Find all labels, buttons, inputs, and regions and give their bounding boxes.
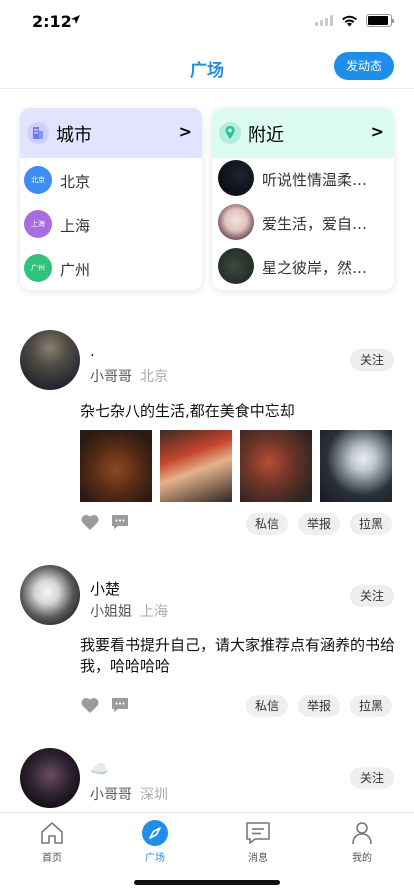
status-bar: 2:12 <box>0 0 414 44</box>
nearby-card-title: 附近 <box>248 125 284 146</box>
location-arrow-icon <box>71 15 80 24</box>
profile-icon <box>352 822 372 845</box>
heart-icon[interactable] <box>80 696 100 714</box>
avatar[interactable] <box>20 565 80 625</box>
chevron-right-icon: > <box>370 122 384 141</box>
city-item-guangzhou[interactable]: 广州 广州 <box>20 248 202 288</box>
home-indicator <box>134 880 280 885</box>
nearby-item[interactable]: 听说性情温柔… <box>212 158 394 198</box>
nav-bar: 广场 发动态 <box>0 44 414 89</box>
nearby-card: 附近 > 听说性情温柔… 爱生活，爱自… 星之彼岸，然… <box>212 108 394 290</box>
city-badge: 北京 <box>24 166 52 194</box>
photo[interactable] <box>80 430 152 502</box>
nearby-card-header[interactable]: 附近 > <box>212 108 394 158</box>
heart-icon[interactable] <box>80 513 100 531</box>
follow-button[interactable]: 关注 <box>350 349 394 371</box>
discovery-cards: 城市 > 北京 北京 上海 上海 广州 广州 附近 > 听说性情温柔… 爱生活，… <box>20 108 394 290</box>
avatar <box>218 204 254 240</box>
report-button[interactable]: 举报 <box>298 513 340 535</box>
nearby-text: 爱生活，爱自… <box>262 215 368 233</box>
nearby-text: 星之彼岸，然… <box>262 259 368 277</box>
photo[interactable] <box>320 430 392 502</box>
message-button[interactable]: 私信 <box>246 695 288 717</box>
follow-button[interactable]: 关注 <box>350 767 394 789</box>
post-meta: 小姐姐 上海 <box>90 601 168 621</box>
battery-icon <box>366 14 394 27</box>
post-city: 上海 <box>140 604 168 620</box>
city-label: 北京 <box>60 173 91 191</box>
city-badge: 广州 <box>24 254 52 282</box>
report-button[interactable]: 举报 <box>298 695 340 717</box>
tab-profile[interactable]: 我的 <box>310 819 414 865</box>
tab-messages[interactable]: 消息 <box>206 819 310 865</box>
avatar[interactable] <box>20 748 80 808</box>
nearby-item[interactable]: 星之彼岸，然… <box>212 246 394 286</box>
message-button[interactable]: 私信 <box>246 513 288 535</box>
avatar <box>218 160 254 196</box>
photo[interactable] <box>160 430 232 502</box>
city-label: 广州 <box>60 261 91 279</box>
feed-post: ☁️ 小哥哥 深圳 关注 <box>0 748 414 812</box>
block-button[interactable]: 拉黑 <box>350 695 392 717</box>
post-meta: 小哥哥 深圳 <box>90 784 168 804</box>
compass-icon <box>142 820 168 846</box>
status-time: 2:12 <box>32 12 72 31</box>
post-city: 深圳 <box>140 787 168 803</box>
user-tag: 小哥哥 <box>90 787 132 803</box>
post-author-name: 小楚 <box>90 580 121 598</box>
location-pin-icon <box>219 122 241 144</box>
home-icon <box>41 822 63 844</box>
city-label: 上海 <box>60 217 91 235</box>
post-button[interactable]: 发动态 <box>334 52 394 80</box>
tab-label: 消息 <box>248 853 268 864</box>
post-content: 我要看书提升自己，请大家推荐点有涵养的书给我，哈哈哈哈 <box>80 636 396 675</box>
city-item-beijing[interactable]: 北京 北京 <box>20 160 202 200</box>
wifi-icon <box>342 15 357 26</box>
photo-grid <box>80 430 394 502</box>
tab-label: 广场 <box>145 853 165 864</box>
avatar[interactable] <box>20 330 80 390</box>
follow-button[interactable]: 关注 <box>350 585 394 607</box>
city-card-title: 城市 <box>56 125 92 146</box>
post-reactions <box>80 696 130 714</box>
cellular-signal-icon <box>315 15 333 26</box>
post-meta: 小哥哥 北京 <box>90 366 168 386</box>
feed-post: . 小哥哥 北京 关注 杂七杂八的生活,都在美食中忘却 私信 举报 拉黑 <box>0 330 414 540</box>
comment-icon[interactable] <box>110 696 130 714</box>
feed-post: 小楚 小姐姐 上海 关注 我要看书提升自己，请大家推荐点有涵养的书给我，哈哈哈哈 … <box>0 565 414 725</box>
block-button[interactable]: 拉黑 <box>350 513 392 535</box>
post-author-name: ☁️ <box>90 760 109 778</box>
message-icon <box>246 822 270 844</box>
tab-label: 首页 <box>42 853 62 864</box>
avatar <box>218 248 254 284</box>
chevron-right-icon: > <box>178 122 192 141</box>
city-card: 城市 > 北京 北京 上海 上海 广州 广州 <box>20 108 202 290</box>
tab-home[interactable]: 首页 <box>0 819 104 865</box>
post-author-name: . <box>90 342 95 360</box>
post-content: 杂七杂八的生活,都在美食中忘却 <box>80 402 295 420</box>
comment-icon[interactable] <box>110 513 130 531</box>
nearby-item[interactable]: 爱生活，爱自… <box>212 202 394 242</box>
city-item-shanghai[interactable]: 上海 上海 <box>20 204 202 244</box>
post-city: 北京 <box>140 369 168 385</box>
building-icon <box>27 122 49 144</box>
user-tag: 小姐姐 <box>90 604 132 620</box>
post-reactions <box>80 513 130 531</box>
city-badge: 上海 <box>24 210 52 238</box>
user-tag: 小哥哥 <box>90 369 132 385</box>
nearby-text: 听说性情温柔… <box>262 171 368 189</box>
city-card-header[interactable]: 城市 > <box>20 108 202 158</box>
tab-label: 我的 <box>352 853 372 864</box>
tab-square[interactable]: 广场 <box>103 819 207 865</box>
photo[interactable] <box>240 430 312 502</box>
